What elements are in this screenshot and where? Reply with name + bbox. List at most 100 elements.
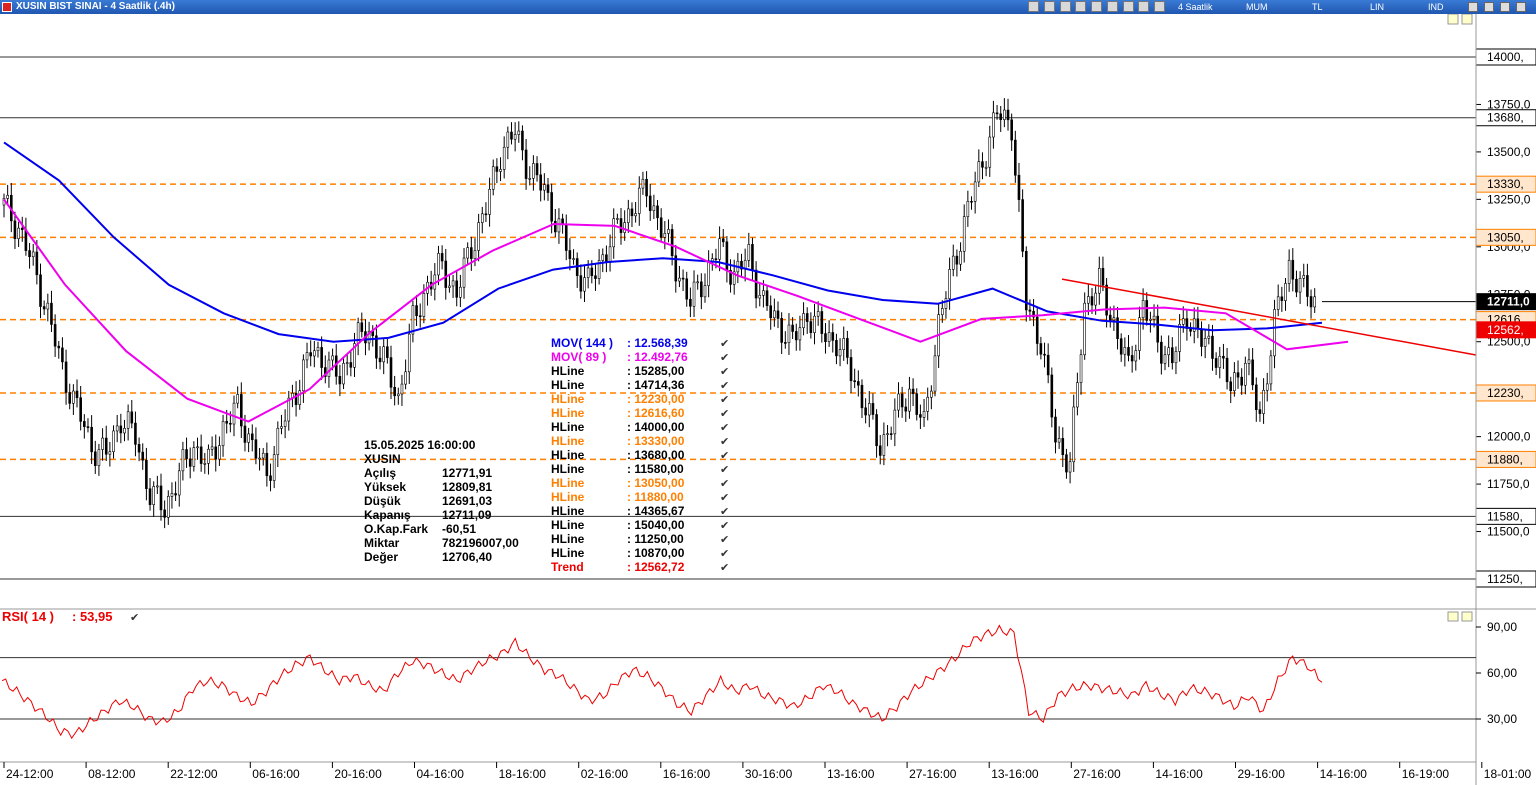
candle-body [166,496,170,518]
time-tick-label: 18-16:00 [499,767,547,781]
scale-icon[interactable] [1461,611,1473,622]
candle-body [1302,275,1306,279]
candle-body [667,229,670,234]
candle-body [57,345,61,349]
trend-line[interactable] [1061,278,1477,356]
candle-body [601,254,605,261]
checkmark-icon[interactable]: ✔ [720,394,729,406]
checkmark-icon[interactable]: ✔ [720,352,729,364]
checkmark-icon[interactable]: ✔ [720,450,729,462]
checkmark-icon[interactable]: ✔ [720,422,729,434]
checkmark-icon[interactable]: ✔ [130,612,139,624]
checkmark-icon[interactable]: ✔ [720,520,729,532]
candle-body [440,253,444,262]
candle-body [415,305,418,317]
checkmark-icon[interactable]: ✔ [720,534,729,546]
candle-body [265,452,269,477]
checkmark-icon[interactable]: ✔ [720,366,729,378]
info-label: Yüksek [364,480,406,494]
candle-body [1134,350,1138,362]
candle-body [645,178,648,197]
toolbar-icon[interactable] [1106,1,1118,12]
toolbar-icon[interactable] [1028,1,1039,12]
checkmark-icon[interactable]: ✔ [720,380,729,392]
info-value: -60,51 [442,522,476,536]
candle-body [349,362,353,368]
candle-body [272,454,276,481]
app-icon[interactable] [2,2,12,12]
scale-icon[interactable] [1447,14,1459,25]
mode-mum[interactable]: MUM [1246,0,1268,14]
candle-body [619,218,623,233]
candle-body [966,200,970,217]
close-icon[interactable] [1516,2,1526,12]
legend-label: HLine [551,406,585,420]
checkmark-icon[interactable]: ✔ [720,478,729,490]
candle-body [959,250,962,265]
candle-body [188,458,192,467]
settings-icon[interactable] [1468,2,1478,12]
toolbar-icon[interactable] [1043,1,1055,12]
checkmark-icon[interactable]: ✔ [720,436,729,448]
legend-value: : 12230,00 [627,392,685,406]
period-selector[interactable]: 4 Saatlik [1178,0,1213,14]
checkmark-icon[interactable]: ✔ [720,506,729,518]
price-tag-label: 11580, [1487,509,1523,523]
candle-body [623,222,626,233]
candle-body [1276,296,1280,310]
maximize-icon[interactable] [1500,2,1510,12]
candle-body [962,216,966,252]
candle-body [313,350,316,357]
candle-body [97,449,101,466]
candle-body [973,181,977,202]
candle-body [521,130,524,151]
candle-body [1291,259,1295,280]
time-axis: 24-12:00 08-12:00 22-12:00 06-16:00 20-16:00… [3,762,1531,781]
candle-body [247,433,250,443]
checkmark-icon[interactable]: ✔ [720,492,729,504]
candle-body [930,390,933,398]
candle-body [955,255,959,265]
candle-body [747,244,751,261]
legend-value: : 12562,72 [627,560,685,574]
toolbar-icon[interactable] [1122,1,1134,12]
scale-icon[interactable] [1461,14,1473,25]
info-label: Değer [364,550,398,564]
candle-body [1254,384,1258,410]
toolbar-icon[interactable] [1091,1,1103,12]
toolbar-icon[interactable] [1075,1,1087,12]
candle-body [283,420,287,427]
legend-value: : 14000,00 [627,420,685,434]
time-tick-label: 16-16:00 [663,767,711,781]
candle-body [809,321,813,333]
candle-body [721,238,725,243]
candle-body [422,292,426,317]
candle-body [1200,328,1203,347]
time-tick-label: 30-16:00 [745,767,793,781]
time-tick-label: 02-16:00 [581,767,629,781]
checkmark-icon[interactable]: ✔ [720,562,729,574]
candle-body [130,411,134,424]
mode-lin[interactable]: LIN [1370,0,1384,14]
price-chart[interactable]: 13750,013500,013250,013000,012750,012500… [0,14,1536,785]
checkmark-icon[interactable]: ✔ [720,548,729,560]
info-value: 12809,81 [442,480,492,494]
mode-ind[interactable]: IND [1428,0,1444,14]
legend-label: HLine [551,504,585,518]
horizontal-lines [0,56,1476,580]
checkmark-icon[interactable]: ✔ [720,464,729,476]
time-tick-label: 08-12:00 [88,767,136,781]
scale-icon[interactable] [1447,611,1459,622]
checkmark-icon[interactable]: ✔ [720,408,729,420]
candle-body [875,414,878,447]
mode-tl[interactable]: TL [1312,0,1323,14]
candle-body [1035,316,1039,344]
toolbar-icon[interactable] [1059,1,1071,12]
checkmark-icon[interactable]: ✔ [720,338,729,350]
toolbar-icon[interactable] [1154,1,1166,12]
minimize-icon[interactable] [1484,2,1494,12]
legend-label: MOV( 89 ) [551,350,606,364]
candle-body [1065,454,1068,473]
toolbar-icon[interactable] [1138,1,1150,12]
candle-body [1214,358,1218,368]
